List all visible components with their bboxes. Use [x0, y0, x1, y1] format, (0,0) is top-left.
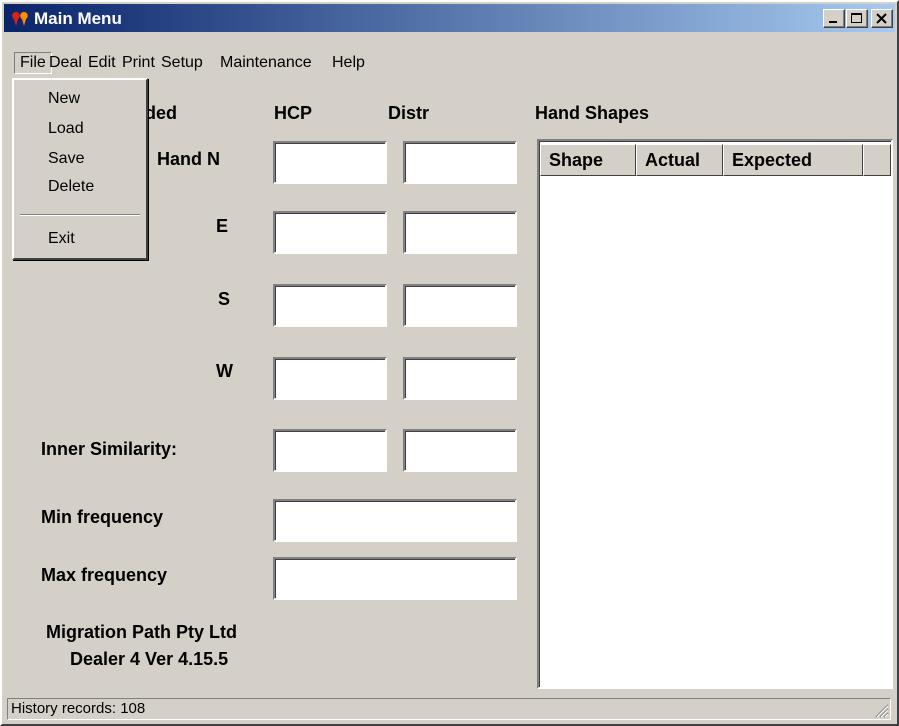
hand-shapes-list[interactable]: Shape Actual Expected [537, 139, 893, 689]
hand-e-hcp-field[interactable] [273, 211, 387, 254]
close-button[interactable] [871, 9, 893, 28]
menu-help[interactable]: Help [332, 52, 365, 74]
app-icon [12, 12, 28, 26]
column-header-expected[interactable]: Expected [723, 144, 863, 176]
menu-deal[interactable]: Deal [49, 52, 82, 74]
title-bar[interactable]: Main Menu [4, 4, 895, 32]
menu-separator [20, 214, 140, 216]
file-menu-load[interactable]: Load [48, 120, 84, 138]
hand-e-distr-field[interactable] [403, 211, 517, 254]
hand-s-label: S [218, 289, 231, 309]
column-header-actual[interactable]: Actual [636, 144, 723, 176]
close-icon [876, 13, 887, 24]
menu-maintenance[interactable]: Maintenance [220, 52, 312, 74]
status-bar: History records: 108 [4, 696, 895, 722]
main-window: Main Menu File Deal Edit Print Setup Mai… [0, 0, 899, 726]
min-frequency-label: Min frequency [41, 507, 164, 527]
inner-similarity-distr-field[interactable] [403, 429, 517, 472]
minimize-button[interactable] [823, 9, 845, 28]
maximize-button[interactable] [846, 9, 868, 28]
hand-s-distr-field[interactable] [403, 284, 517, 327]
inner-similarity-label: Inner Similarity: [41, 439, 178, 459]
distr-header: Distr [388, 103, 430, 123]
column-header-shape[interactable]: Shape [540, 144, 636, 176]
version-label: Dealer 4 Ver 4.15.5 [70, 649, 229, 669]
file-menu-new[interactable]: New [48, 90, 80, 108]
menu-bar: File Deal Edit Print Setup Maintenance H… [4, 50, 895, 76]
hand-w-label: W [216, 361, 233, 381]
hand-w-hcp-field[interactable] [273, 357, 387, 400]
minimize-icon [829, 21, 837, 23]
status-text: History records: 108 [7, 698, 891, 720]
hand-n-label: Hand N [157, 149, 220, 169]
menu-file[interactable]: File [14, 52, 52, 74]
menu-setup[interactable]: Setup [161, 52, 203, 74]
file-menu-save[interactable]: Save [48, 150, 84, 168]
hcp-header: HCP [274, 103, 313, 123]
file-menu-delete[interactable]: Delete [48, 178, 94, 196]
column-header-filler [863, 144, 891, 176]
menu-print[interactable]: Print [122, 52, 155, 74]
min-frequency-field[interactable] [273, 499, 517, 542]
hand-s-hcp-field[interactable] [273, 284, 387, 327]
maximize-icon [851, 13, 862, 23]
company-name: Migration Path Pty Ltd [46, 622, 237, 642]
resize-grip-icon[interactable] [875, 704, 889, 718]
max-frequency-field[interactable] [273, 557, 517, 600]
hand-shapes-title: Hand Shapes [535, 103, 650, 123]
hand-n-hcp-field[interactable] [273, 141, 387, 184]
inner-similarity-hcp-field[interactable] [273, 429, 387, 472]
max-frequency-label: Max frequency [41, 565, 168, 585]
hand-n-distr-field[interactable] [403, 141, 517, 184]
partial-header-label: ded [145, 103, 178, 123]
window-title: Main Menu [34, 9, 122, 28]
file-menu-dropdown: New Load Save Delete Exit [12, 78, 148, 260]
menu-edit[interactable]: Edit [88, 52, 116, 74]
hand-e-label: E [216, 216, 229, 236]
hand-w-distr-field[interactable] [403, 357, 517, 400]
file-menu-exit[interactable]: Exit [48, 230, 75, 248]
